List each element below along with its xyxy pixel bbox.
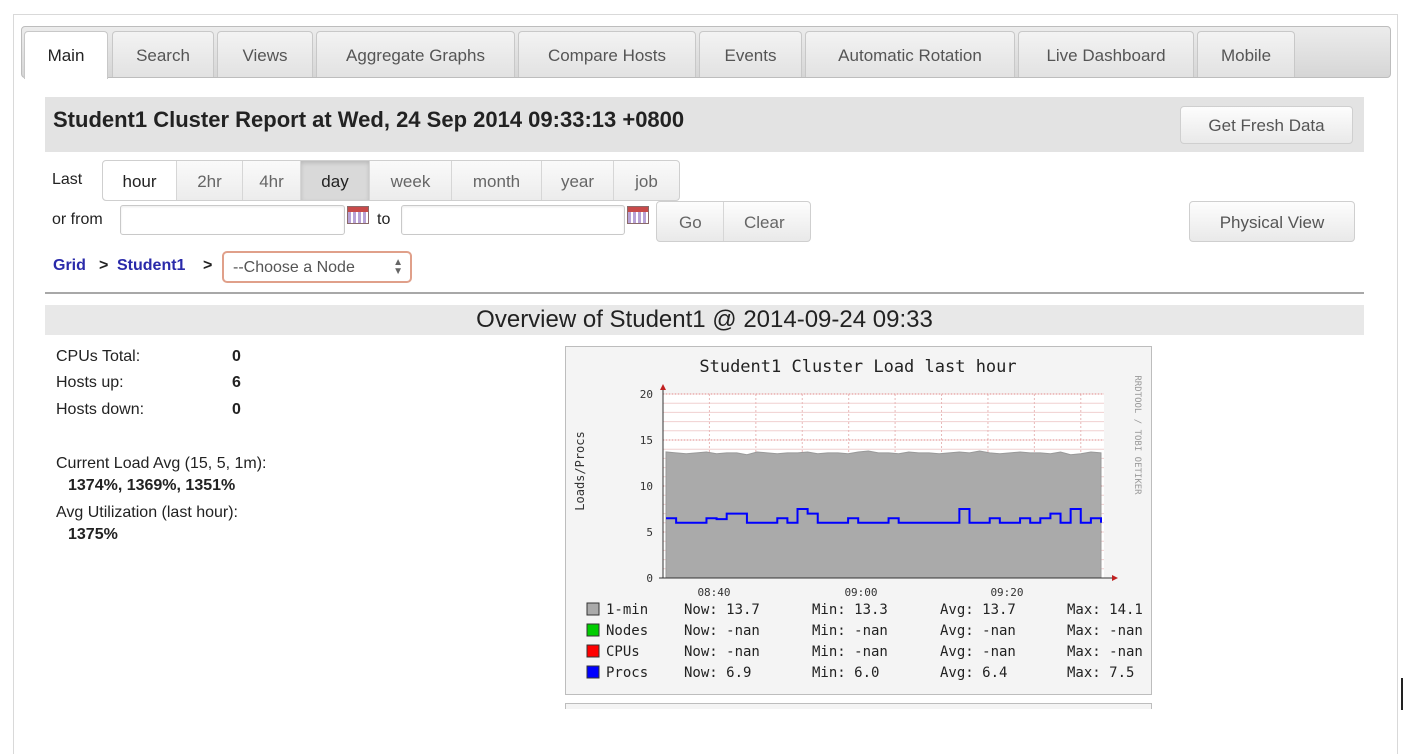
- range-year-button[interactable]: year: [542, 161, 614, 200]
- legend-stat: Avg: 13.7: [940, 602, 1016, 618]
- legend-stat: Now: 6.9: [684, 665, 751, 681]
- legend-stat: Now: -nan: [684, 623, 760, 639]
- range-2hr-button[interactable]: 2hr: [177, 161, 243, 200]
- legend-stat: Max: -nan: [1067, 623, 1143, 639]
- legend-stat: Now: -nan: [684, 644, 760, 660]
- legend-swatch: [586, 644, 600, 658]
- breadcrumb-grid-link[interactable]: Grid: [53, 257, 86, 275]
- y-tick-label: 15: [640, 434, 653, 447]
- tab-live-dashboard[interactable]: Live Dashboard: [1018, 31, 1194, 77]
- tab-search[interactable]: Search: [112, 31, 214, 77]
- physical-view-button[interactable]: Physical View: [1189, 201, 1355, 242]
- legend-stat: Max: -nan: [1067, 644, 1143, 660]
- range-week-button[interactable]: week: [370, 161, 452, 200]
- legend-stat: Max: 7.5: [1067, 665, 1134, 681]
- cluster-load-graph[interactable]: Student1 Cluster Load last hour Loads/Pr…: [565, 346, 1152, 695]
- tab-aggregate-graphs[interactable]: Aggregate Graphs: [316, 31, 515, 77]
- to-label: to: [377, 211, 391, 228]
- go-button[interactable]: Go: [679, 213, 702, 233]
- tab-main[interactable]: Main: [24, 31, 108, 79]
- legend-stat: Avg: 6.4: [940, 665, 1007, 681]
- cpus-total-label: CPUs Total:: [56, 348, 141, 365]
- hosts-down-label: Hosts down:: [56, 401, 145, 418]
- chart-title: Student1 Cluster Load last hour: [699, 357, 1016, 377]
- hosts-up-value: 6: [232, 374, 241, 391]
- calendar-icon[interactable]: [627, 206, 649, 224]
- y-tick-label: 20: [640, 388, 653, 401]
- node-select[interactable]: --Choose a Node ▲ ▼: [222, 251, 412, 283]
- legend-stat: Min: -nan: [812, 623, 888, 639]
- x-tick-label: 09:20: [990, 586, 1023, 599]
- legend-series-name: 1-min: [606, 602, 648, 618]
- x-axis-arrow: [1112, 575, 1118, 581]
- breadcrumb-cluster-link[interactable]: Student1: [117, 257, 185, 275]
- updown-arrows-icon: ▲ ▼: [393, 257, 403, 277]
- calendar-icon[interactable]: [347, 206, 369, 224]
- y-tick-label: 10: [640, 480, 653, 493]
- hosts-down-value: 0: [232, 401, 241, 418]
- go-clear-group: Go Clear: [656, 201, 811, 242]
- to-date-input[interactable]: [401, 205, 625, 235]
- range-hour-button[interactable]: hour: [103, 161, 177, 200]
- divider: [723, 202, 724, 241]
- legend-stat: Avg: -nan: [940, 623, 1016, 639]
- breadcrumb-separator: >: [203, 257, 213, 274]
- page-title: Student1 Cluster Report at Wed, 24 Sep 2…: [53, 107, 685, 132]
- clear-button[interactable]: Clear: [744, 213, 785, 233]
- chart-watermark: RRDTOOL / TOBI OETIKER: [1132, 375, 1142, 495]
- load-avg-value: 1374%, 1369%, 1351%: [68, 477, 236, 494]
- node-select-value: --Choose a Node: [233, 259, 355, 276]
- range-day-button[interactable]: day: [301, 161, 370, 200]
- legend-swatch: [586, 602, 600, 616]
- tab-compare-hosts[interactable]: Compare Hosts: [518, 31, 696, 77]
- legend-stat: Min: 13.3: [812, 602, 888, 618]
- legend-stat: Max: 14.1: [1067, 602, 1143, 618]
- time-range-group: hour 2hr 4hr day week month year job: [102, 160, 680, 201]
- overview-title: Overview of Student1 @ 2014-09-24 09:33: [476, 306, 933, 333]
- tab-automatic-rotation[interactable]: Automatic Rotation: [805, 31, 1015, 77]
- tab-views[interactable]: Views: [217, 31, 313, 77]
- hosts-up-label: Hosts up:: [56, 374, 124, 391]
- text-cursor: [1401, 678, 1403, 710]
- legend-stat: Avg: -nan: [940, 644, 1016, 660]
- y-axis-arrow: [660, 384, 666, 390]
- divider: [45, 292, 1364, 294]
- chart-ylabel: Loads/Procs: [573, 431, 587, 510]
- legend-swatch: [586, 665, 600, 679]
- or-from-label: or from: [52, 211, 103, 228]
- second-graph-box: [565, 703, 1152, 709]
- legend-stat: Now: 13.7: [684, 602, 760, 618]
- range-4hr-button[interactable]: 4hr: [243, 161, 301, 200]
- legend-series-name: Nodes: [606, 623, 648, 639]
- cluster-load-chart: Student1 Cluster Load last hour Loads/Pr…: [573, 357, 1143, 681]
- legend-series-name: CPUs: [606, 644, 640, 660]
- tab-mobile[interactable]: Mobile: [1197, 31, 1295, 77]
- cpus-total-value: 0: [232, 348, 241, 365]
- y-tick-label: 5: [646, 526, 653, 539]
- breadcrumb-separator: >: [99, 257, 109, 274]
- x-tick-label: 09:00: [844, 586, 877, 599]
- legend-stat: Min: 6.0: [812, 665, 879, 681]
- util-label: Avg Utilization (last hour):: [56, 504, 238, 521]
- tab-events[interactable]: Events: [699, 31, 802, 77]
- x-tick-label: 08:40: [697, 586, 730, 599]
- legend-swatch: [586, 623, 600, 637]
- load-avg-label: Current Load Avg (15, 5, 1m):: [56, 455, 267, 472]
- get-fresh-data-button[interactable]: Get Fresh Data: [1180, 106, 1353, 144]
- y-tick-label: 0: [646, 572, 653, 585]
- last-label: Last: [52, 171, 83, 188]
- legend-series-name: Procs: [606, 665, 648, 681]
- util-value: 1375%: [68, 526, 118, 543]
- legend-stat: Min: -nan: [812, 644, 888, 660]
- from-date-input[interactable]: [120, 205, 345, 235]
- range-job-button[interactable]: job: [614, 161, 679, 200]
- range-month-button[interactable]: month: [452, 161, 542, 200]
